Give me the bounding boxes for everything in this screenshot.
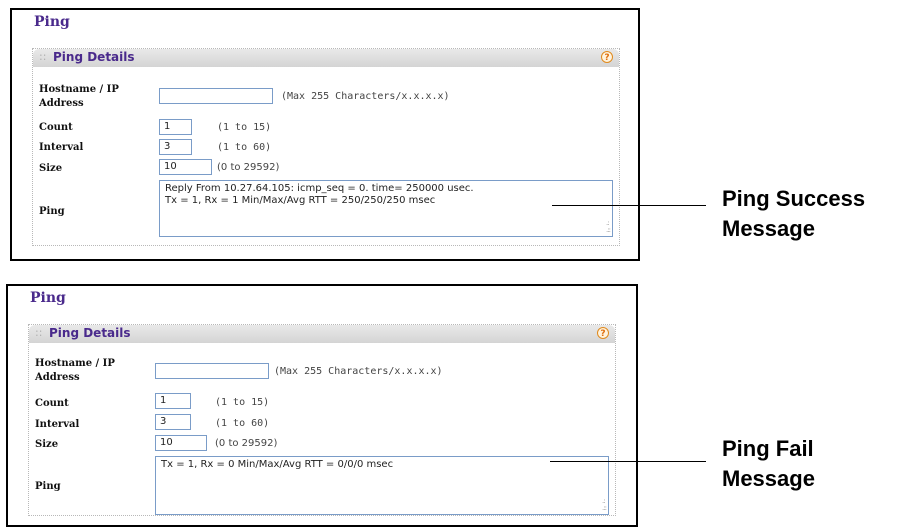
size-label: Size [35,439,59,450]
section-title: Ping Details [49,326,131,340]
ping-panel-success: Ping :: Ping Details ? Hostname / IP Add… [10,8,640,261]
resize-handle-icon[interactable]: .:.:: [606,220,611,234]
help-icon[interactable]: ? [597,327,609,339]
count-label: Count [35,398,69,409]
count-label: Count [39,122,73,133]
drag-grip-icon: :: [39,50,47,63]
fail-leader-line [550,461,706,462]
hostname-label-line2: Address [39,98,84,109]
count-input[interactable]: 1 [155,393,191,409]
fail-callout: Ping Fail Message [722,434,815,494]
hostname-label: Hostname / IP Address [39,83,119,111]
help-icon[interactable]: ? [601,51,613,63]
size-label: Size [39,163,63,174]
ping-output-line: Tx = 1, Rx = 0 Min/Max/Avg RTT = 0/0/0 m… [161,459,394,470]
size-input[interactable]: 10 [159,159,212,175]
interval-hint: (1 to 60) [215,418,270,429]
hostname-input[interactable] [155,363,269,379]
section-title: Ping Details [53,50,135,64]
hostname-label-line1: Hostname / IP [35,358,115,369]
size-input[interactable]: 10 [155,435,207,451]
ping-details-section: :: Ping Details ? Hostname / IP Address … [28,324,616,516]
success-callout: Ping Success Message [722,184,865,244]
count-input[interactable]: 1 [159,119,192,135]
success-callout-line2: Message [722,216,815,241]
size-hint: (0 to 29592) [215,438,278,449]
hostname-hint: (Max 255 Characters/x.x.x.x) [274,366,443,377]
ping-label: Ping [35,481,61,492]
section-header: :: Ping Details ? [29,325,615,343]
interval-input[interactable]: 3 [155,414,191,430]
interval-label: Interval [35,419,80,430]
ping-output-line: Reply From 10.27.64.105: icmp_seq = 0. t… [165,183,474,194]
hostname-hint: (Max 255 Characters/x.x.x.x) [281,91,450,102]
hostname-label-line1: Hostname / IP [39,84,119,95]
success-callout-line1: Ping Success [722,186,866,211]
ping-details-section: :: Ping Details ? Hostname / IP Address … [32,48,620,246]
fail-callout-line2: Message [722,466,815,491]
interval-hint: (1 to 60) [217,142,272,153]
ping-output-line: Tx = 1, Rx = 1 Min/Max/Avg RTT = 250/250… [165,195,436,206]
interval-input[interactable]: 3 [159,139,192,155]
hostname-label-line2: Address [35,372,80,383]
page-title: Ping [30,290,66,306]
hostname-input[interactable] [159,88,273,104]
ping-panel-fail: Ping :: Ping Details ? Hostname / IP Add… [6,284,638,527]
interval-label: Interval [39,142,84,153]
ping-label: Ping [39,206,65,217]
fail-callout-line1: Ping Fail [722,436,814,461]
ping-output-textarea[interactable]: Tx = 1, Rx = 0 Min/Max/Avg RTT = 0/0/0 m… [155,456,609,515]
count-hint: (1 to 15) [215,397,270,408]
count-hint: (1 to 15) [217,122,272,133]
hostname-label: Hostname / IP Address [35,357,115,385]
size-hint: (0 to 29592) [217,162,280,173]
ping-output-textarea[interactable]: Reply From 10.27.64.105: icmp_seq = 0. t… [159,180,613,237]
resize-handle-icon[interactable]: .:.:: [602,498,607,512]
drag-grip-icon: :: [35,326,43,339]
success-leader-line [552,205,706,206]
section-header: :: Ping Details ? [33,49,619,67]
page-title: Ping [34,14,70,30]
